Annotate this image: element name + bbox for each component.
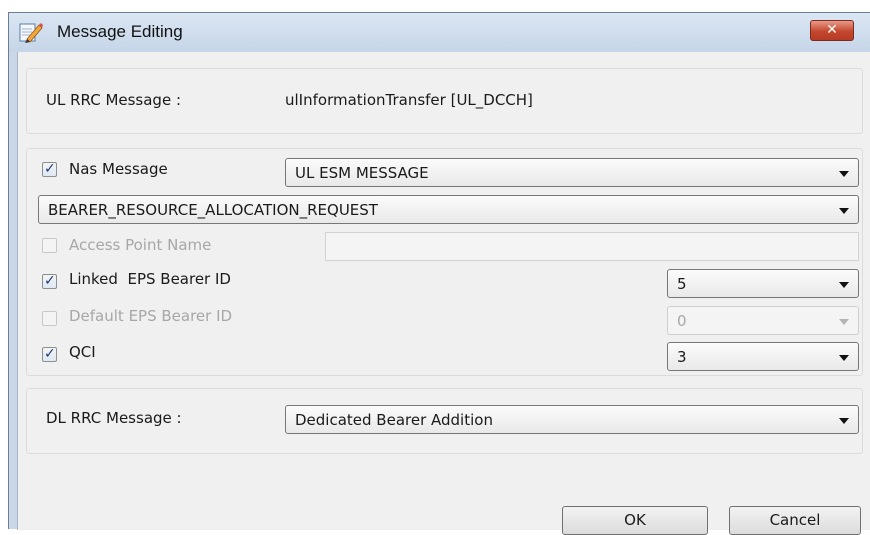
nas-message-type-dropdown[interactable]: UL ESM MESSAGE bbox=[285, 158, 859, 187]
checkmark-icon: ✓ bbox=[44, 161, 56, 177]
nas-message-group: ✓ Nas Message UL ESM MESSAGE BEARER_RESO… bbox=[26, 148, 863, 376]
nas-message-type-value: UL ESM MESSAGE bbox=[295, 164, 429, 182]
chevron-down-icon bbox=[839, 208, 849, 214]
nas-message-checkbox[interactable]: ✓ bbox=[42, 161, 57, 177]
nas-procedure-dropdown[interactable]: BEARER_RESOURCE_ALLOCATION_REQUEST bbox=[38, 195, 859, 224]
linked-eps-bearer-id-checkbox[interactable]: ✓ bbox=[42, 273, 57, 289]
ul-rrc-label: UL RRC Message : bbox=[46, 91, 182, 109]
close-button[interactable]: ✕ bbox=[810, 20, 854, 41]
ul-rrc-value: ulInformationTransfer [UL_DCCH] bbox=[285, 91, 533, 109]
dl-rrc-group: DL RRC Message : Dedicated Bearer Additi… bbox=[26, 388, 863, 454]
ok-button[interactable]: OK bbox=[562, 506, 708, 535]
linked-eps-bearer-id-value: 5 bbox=[677, 275, 687, 293]
checkmark-icon: ✓ bbox=[44, 273, 56, 289]
default-eps-bearer-id-label: Default EPS Bearer ID bbox=[69, 307, 233, 325]
qci-label: QCI bbox=[69, 343, 96, 361]
access-point-name-label: Access Point Name bbox=[69, 236, 212, 254]
chevron-down-icon bbox=[839, 418, 849, 424]
pencil-edit-icon bbox=[19, 23, 43, 43]
chevron-down-icon bbox=[839, 171, 849, 177]
default-eps-bearer-id-checkbox[interactable] bbox=[42, 311, 57, 326]
default-eps-bearer-id-dropdown[interactable]: 0 bbox=[667, 306, 859, 335]
close-icon: ✕ bbox=[826, 22, 838, 38]
checkmark-icon: ✓ bbox=[44, 346, 56, 362]
nas-message-label: Nas Message bbox=[69, 160, 168, 178]
nas-procedure-value: BEARER_RESOURCE_ALLOCATION_REQUEST bbox=[48, 201, 378, 219]
dialog-body: UL RRC Message : ulInformationTransfer [… bbox=[17, 52, 870, 535]
linked-eps-bearer-id-dropdown[interactable]: 5 bbox=[667, 269, 859, 298]
chevron-down-icon bbox=[839, 319, 849, 325]
ul-rrc-group: UL RRC Message : ulInformationTransfer [… bbox=[26, 68, 863, 134]
qci-checkbox[interactable]: ✓ bbox=[42, 346, 57, 362]
default-eps-bearer-id-value: 0 bbox=[677, 312, 687, 330]
access-point-name-checkbox[interactable] bbox=[42, 238, 57, 253]
window-title: Message Editing bbox=[57, 22, 183, 41]
title-bar[interactable]: Message Editing ✕ bbox=[9, 13, 870, 52]
message-editing-dialog: Message Editing ✕ UL RRC Message : ulInf… bbox=[8, 12, 870, 535]
dl-rrc-label: DL RRC Message : bbox=[46, 409, 182, 427]
access-point-name-input[interactable] bbox=[325, 232, 859, 261]
dl-rrc-message-value: Dedicated Bearer Addition bbox=[295, 411, 493, 429]
qci-dropdown[interactable]: 3 bbox=[667, 342, 859, 371]
cancel-button[interactable]: Cancel bbox=[729, 506, 861, 535]
chevron-down-icon bbox=[839, 282, 849, 288]
chevron-down-icon bbox=[839, 355, 849, 361]
qci-value: 3 bbox=[677, 348, 687, 366]
linked-eps-bearer-id-label: Linked EPS Bearer ID bbox=[69, 270, 231, 288]
dl-rrc-message-dropdown[interactable]: Dedicated Bearer Addition bbox=[285, 405, 859, 434]
